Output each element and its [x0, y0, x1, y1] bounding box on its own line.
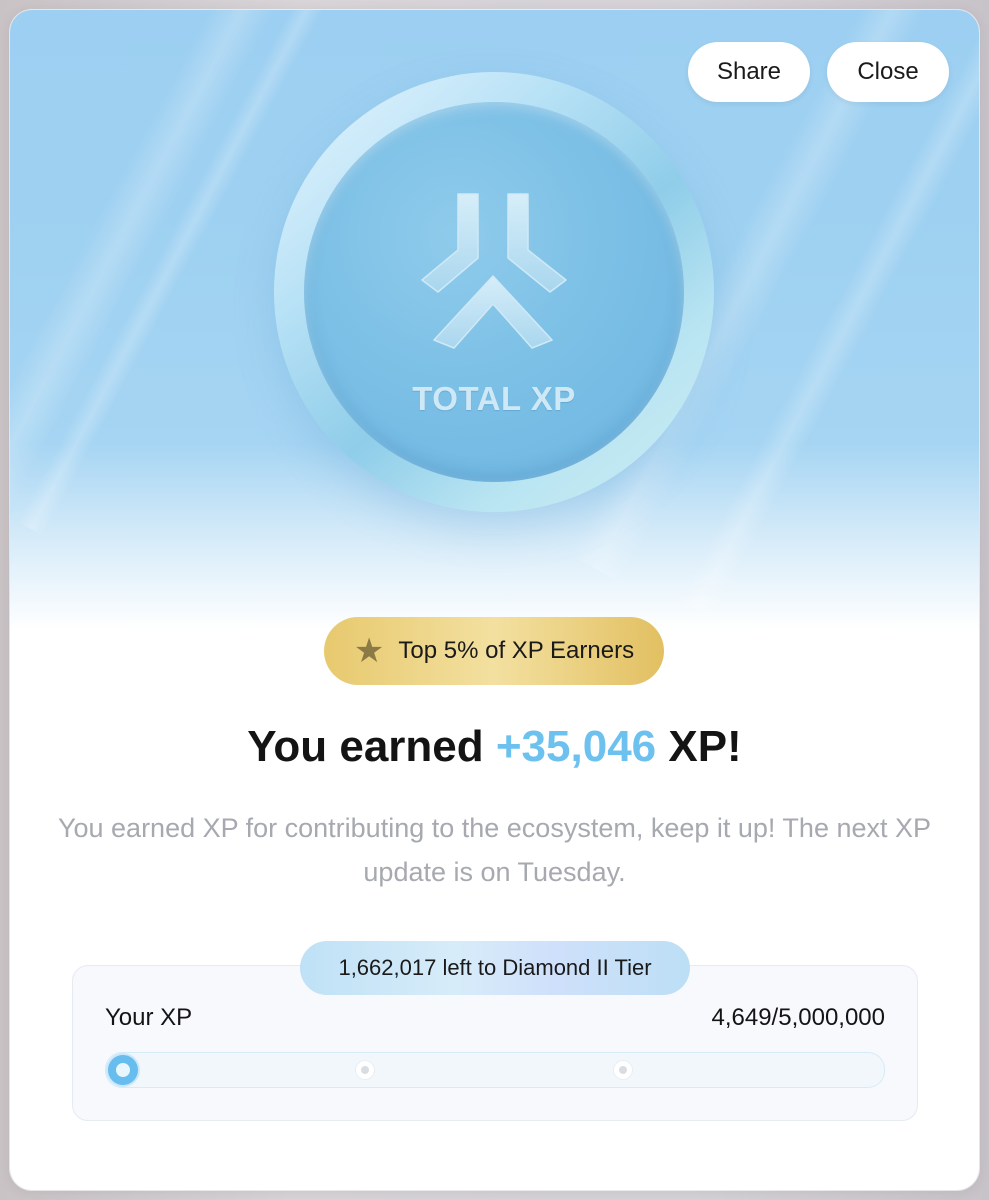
- total-xp-logo-icon: [421, 193, 567, 349]
- your-xp-label: Your XP: [105, 1004, 193, 1031]
- earned-amount: +35,046: [495, 722, 657, 771]
- milestone-marker: [614, 1061, 632, 1079]
- rank-badge: ★ Top 5% of XP Earners: [324, 617, 664, 685]
- xp-modal: Share Close TOTAL XP ★ Top 5% of XP Earn…: [10, 10, 979, 1190]
- earned-description: You earned XP for contributing to the ec…: [57, 813, 932, 887]
- xp-value: 4,649/5,000,000: [711, 1004, 886, 1031]
- milestone-marker: [356, 1061, 374, 1079]
- rank-badge-label: Top 5% of XP Earners: [398, 637, 635, 664]
- total-xp-coin: TOTAL XP: [274, 72, 714, 512]
- share-button[interactable]: Share: [688, 42, 810, 102]
- close-button[interactable]: Close: [827, 42, 949, 102]
- star-icon: ★: [353, 632, 385, 670]
- tier-remaining-pill: 1,662,017 left to Diamond II Tier: [300, 941, 690, 995]
- earned-headline: You earned +35,046 XP!: [10, 722, 979, 772]
- coin-face: TOTAL XP: [304, 102, 684, 482]
- headline-suffix: XP!: [656, 722, 742, 771]
- xp-progress-bar: [105, 1052, 885, 1088]
- coin-label: TOTAL XP: [412, 380, 576, 417]
- xp-progress-knob: [108, 1055, 138, 1085]
- hero-banner: Share Close TOTAL XP: [10, 10, 979, 630]
- headline-prefix: You earned: [247, 722, 496, 771]
